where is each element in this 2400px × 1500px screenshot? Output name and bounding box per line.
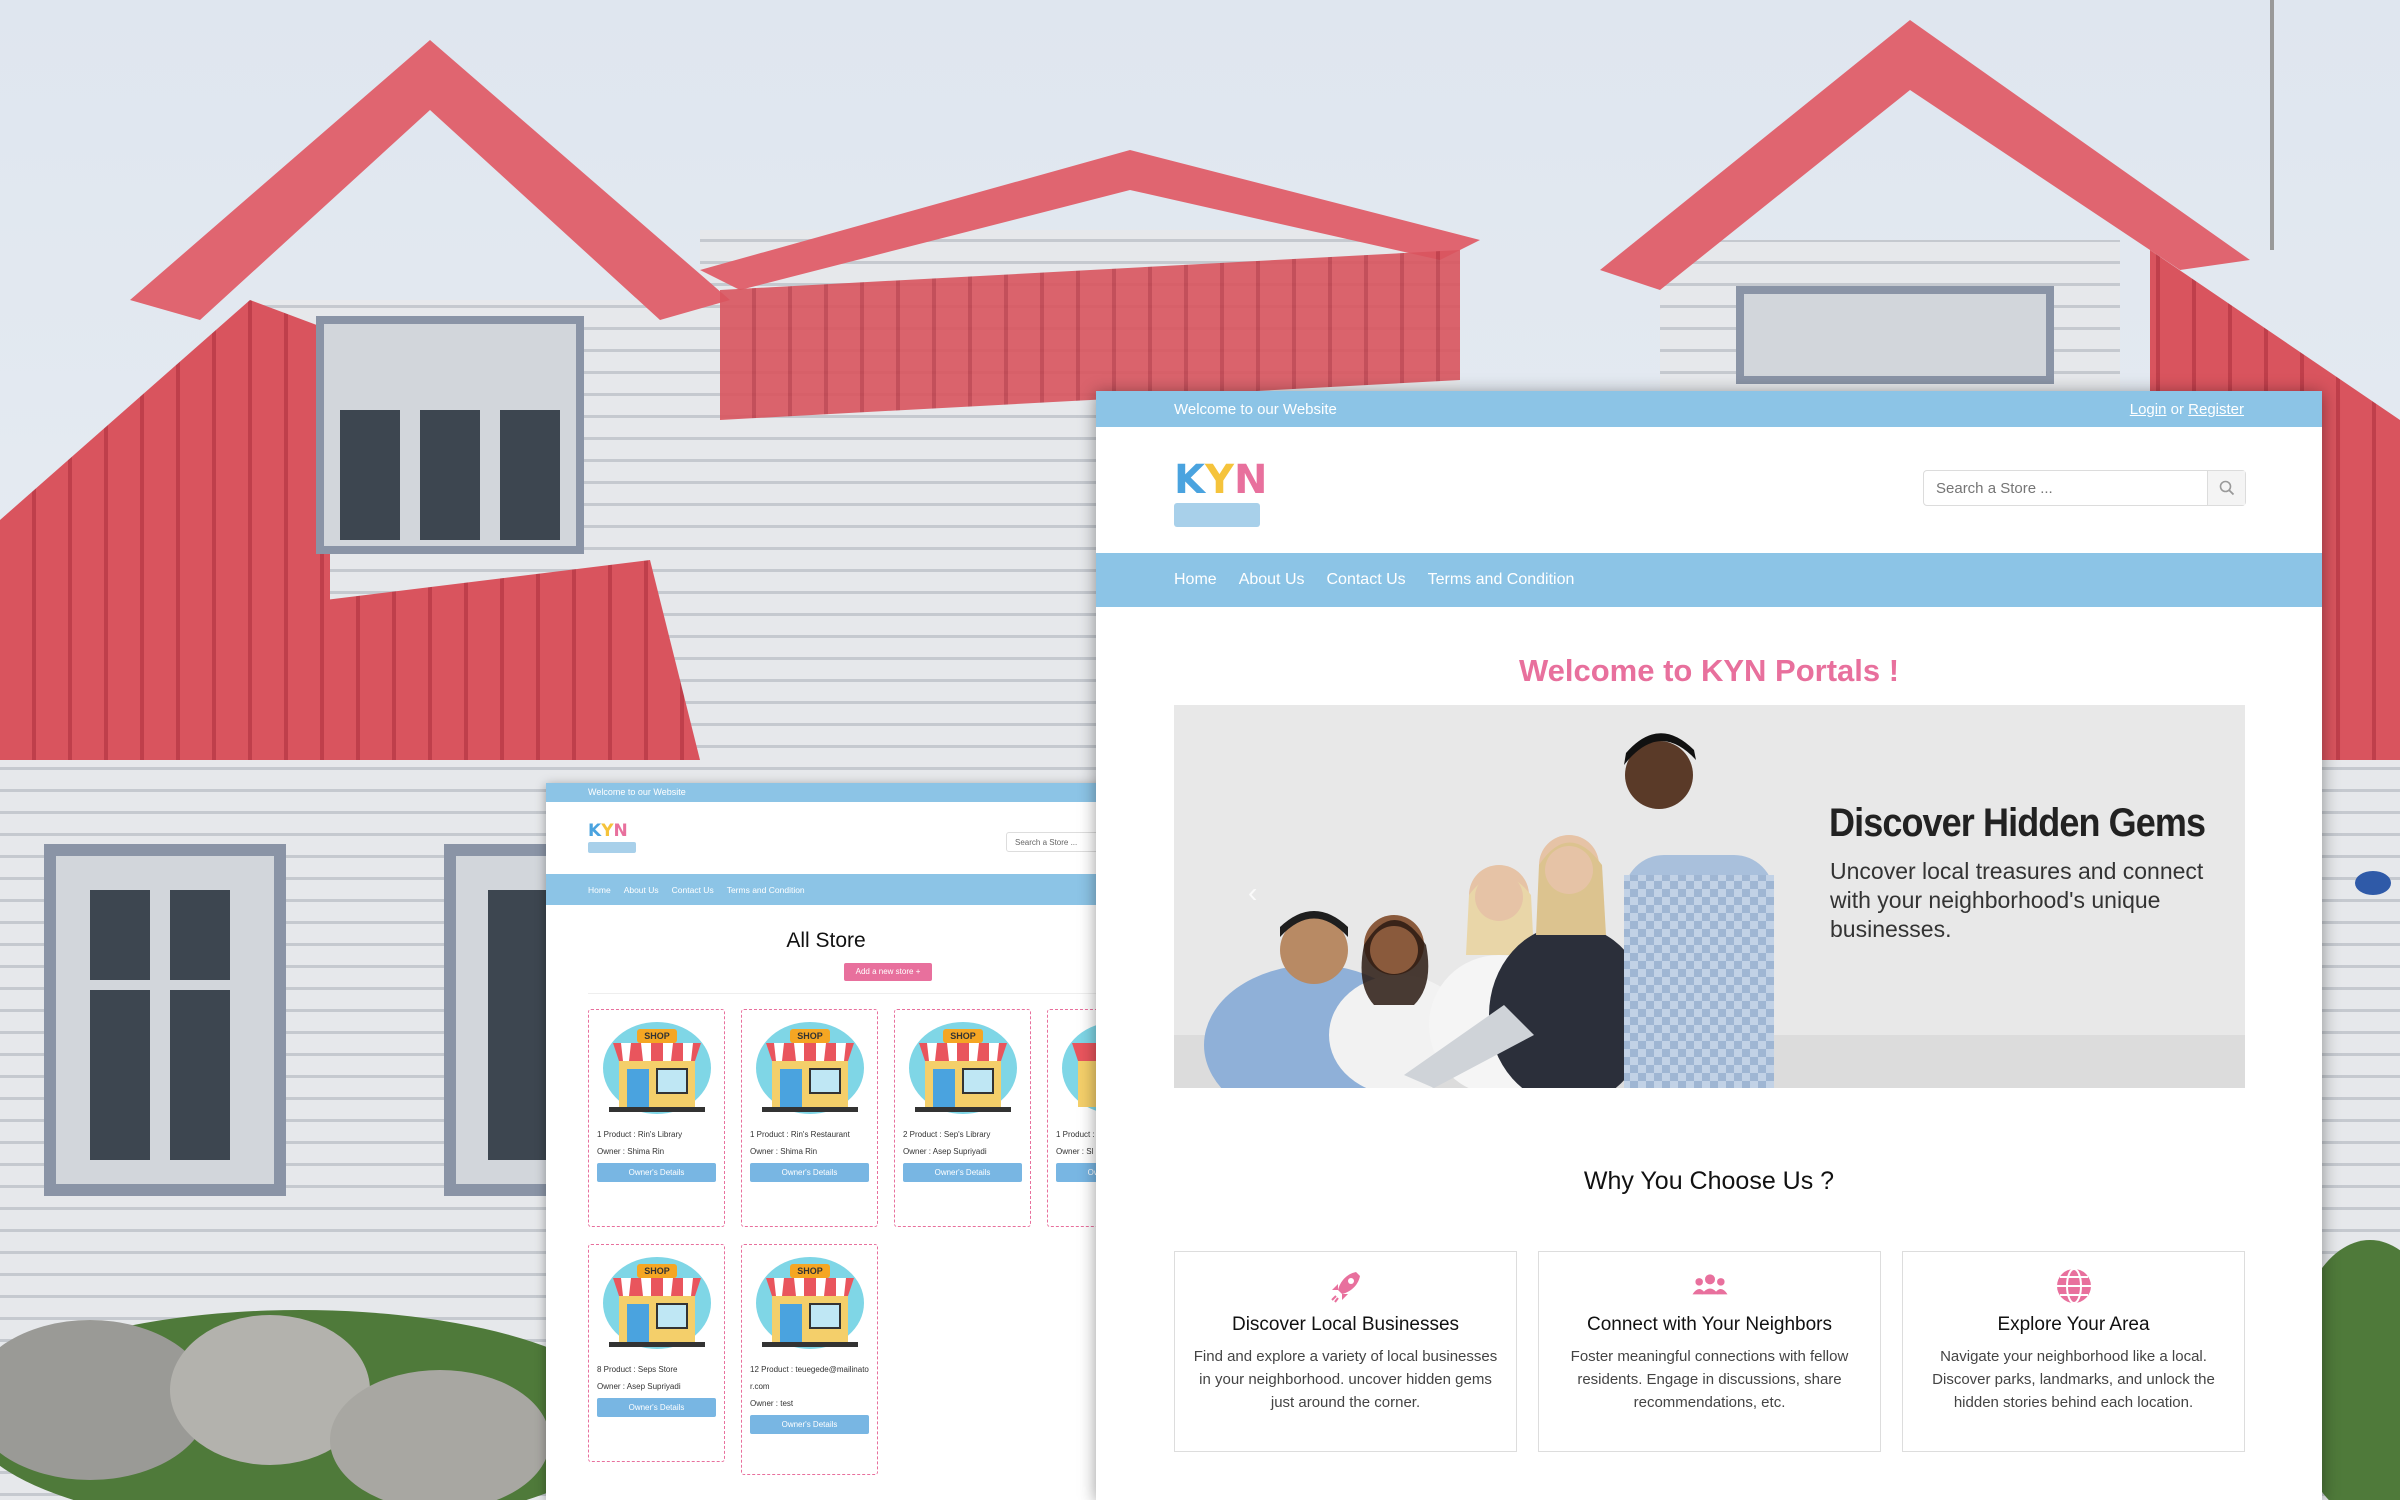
register-link[interactable]: Register xyxy=(2188,401,2244,418)
divider xyxy=(588,993,1106,994)
logo-letter-k: K xyxy=(588,821,602,841)
owner-details-button[interactable]: Owner's Details xyxy=(903,1163,1022,1182)
stores-nav-contact[interactable]: Contact Us xyxy=(672,885,714,905)
logo-tagline-badge xyxy=(1174,503,1260,527)
owner-details-button[interactable]: Owner's Details xyxy=(750,1415,869,1434)
stores-nav-about[interactable]: About Us xyxy=(624,885,659,905)
svg-text:SHOP: SHOP xyxy=(797,1031,823,1041)
logo-letter-n: N xyxy=(613,821,628,841)
store-card: SHOP 1 Product : Rin's Library Owner : S… xyxy=(588,1009,725,1227)
stores-search-input[interactable]: Search a Store ... xyxy=(1006,832,1106,852)
logo-letter-k: K xyxy=(1174,457,1205,503)
stores-nav: Home About Us Contact Us Terms and Condi… xyxy=(546,874,1106,905)
stores-topbar: Welcome to our Website xyxy=(546,783,1106,802)
stores-nav-home[interactable]: Home xyxy=(588,885,611,905)
main-nav: Home About Us Contact Us Terms and Condi… xyxy=(1096,553,2322,607)
add-store-button[interactable]: Add a new store + xyxy=(844,963,932,981)
svg-text:SHOP: SHOP xyxy=(797,1266,823,1276)
feature-text: Foster meaningful connections with fello… xyxy=(1570,1348,1849,1411)
store-owner: Owner : Asep Supriyadi xyxy=(597,1382,681,1391)
auth-separator: or xyxy=(2170,401,2184,418)
feature-card: Connect with Your Neighbors Foster meani… xyxy=(1538,1251,1881,1452)
logo-tagline-badge xyxy=(588,842,636,853)
home-page-window: Welcome to our Website Login or Register… xyxy=(1096,391,2322,1500)
shop-illustration-icon: SHOP xyxy=(742,1010,877,1126)
feature-card: Explore Your Area Navigate your neighbor… xyxy=(1902,1251,2245,1452)
owner-details-button[interactable]: Owner's Details xyxy=(750,1163,869,1182)
feature-card: Discover Local Businesses Find and explo… xyxy=(1174,1251,1517,1452)
nav-contact-us[interactable]: Contact Us xyxy=(1327,571,1406,607)
logo-letter-n: N xyxy=(1233,457,1268,503)
logo-letter-y: Y xyxy=(601,821,614,841)
feature-text: Find and explore a variety of local busi… xyxy=(1193,1348,1498,1411)
chevron-left-icon[interactable]: ‹ xyxy=(1248,877,1257,909)
nav-home[interactable]: Home xyxy=(1174,571,1217,607)
nav-about-us[interactable]: About Us xyxy=(1239,571,1305,607)
banner-title: Discover Hidden Gems xyxy=(1829,801,2206,845)
stores-page-title: All Store xyxy=(786,929,866,952)
search-input[interactable] xyxy=(1924,471,2207,505)
store-card: SHOP 2 Product : Sep's Library Owner : A… xyxy=(894,1009,1031,1227)
login-link[interactable]: Login xyxy=(2130,401,2167,418)
store-products: 1 Product : Rin's Library xyxy=(597,1130,683,1139)
search-icon xyxy=(2219,480,2234,496)
home-topbar: Welcome to our Website Login or Register xyxy=(1096,391,2322,427)
logo-letter-y: Y xyxy=(1205,457,1234,503)
users-icon xyxy=(1690,1266,1730,1306)
svg-text:SHOP: SHOP xyxy=(644,1031,670,1041)
topbar-welcome-text: Welcome to our Website xyxy=(1174,401,1337,418)
globe-icon xyxy=(2054,1266,2094,1306)
stores-header: KYN Search a Store ... xyxy=(546,802,1106,874)
stores-topbar-welcome: Welcome to our Website xyxy=(588,787,686,797)
add-store-label: Add a new store xyxy=(855,967,914,976)
auth-links: Login or Register xyxy=(2130,401,2244,418)
banner-text: Uncover local treasures and connect with… xyxy=(1830,858,2204,942)
svg-text:SHOP: SHOP xyxy=(644,1266,670,1276)
home-header: KYN xyxy=(1096,427,2322,553)
feature-text: Navigate your neighborhood like a local.… xyxy=(1932,1348,2215,1411)
shop-illustration-icon: SHOP xyxy=(589,1010,724,1126)
shop-illustration-icon: SHOP xyxy=(589,1245,724,1361)
stores-nav-terms[interactable]: Terms and Condition xyxy=(727,885,805,905)
store-owner: Owner : test xyxy=(750,1399,794,1408)
store-card: SHOP 8 Product : Seps Store Owner : Asep… xyxy=(588,1244,725,1462)
owner-details-button[interactable]: Owner's Details xyxy=(597,1398,716,1417)
why-choose-heading: Why You Choose Us ? xyxy=(1583,1167,1835,1195)
store-products: 12 Product : teuegede@mailinator.com xyxy=(750,1365,869,1391)
store-owner: Owner : Shima Rin xyxy=(750,1147,818,1156)
store-owner: Owner : Asep Supriyadi xyxy=(903,1147,987,1156)
store-products: 2 Product : Sep's Library xyxy=(903,1130,991,1139)
feature-title: Explore Your Area xyxy=(1997,1314,2150,1335)
shop-illustration-icon: SHOP xyxy=(742,1245,877,1361)
nav-terms[interactable]: Terms and Condition xyxy=(1428,571,1575,607)
store-search xyxy=(1923,470,2246,506)
site-logo[interactable]: KYN xyxy=(1174,459,1267,527)
feature-title: Discover Local Businesses xyxy=(1231,1314,1460,1335)
rocket-icon xyxy=(1326,1266,1366,1306)
store-products: 8 Product : Seps Store xyxy=(597,1365,678,1374)
stores-page-window: Welcome to our Website KYN Search a Stor… xyxy=(546,783,1106,1500)
shop-illustration-icon: SHOP xyxy=(895,1010,1030,1126)
store-products: 1 Product : Rin's Restaurant xyxy=(750,1130,850,1139)
welcome-heading: Welcome to KYN Portals ! xyxy=(1518,653,1900,688)
store-card: SHOP 12 Product : teuegede@mailinator.co… xyxy=(741,1244,878,1475)
store-owner: Owner : Shima Rin xyxy=(597,1147,665,1156)
store-card: SHOP 1 Product : Rin's Restaurant Owner … xyxy=(741,1009,878,1227)
stores-logo[interactable]: KYN xyxy=(588,822,636,853)
hero-carousel[interactable]: ‹ Discover Hidden Gems Uncover local tre… xyxy=(1174,705,2245,1088)
search-button[interactable] xyxy=(2207,471,2245,505)
owner-details-button[interactable]: Owner's Details xyxy=(597,1163,716,1182)
feature-title: Connect with Your Neighbors xyxy=(1586,1314,1833,1335)
svg-text:SHOP: SHOP xyxy=(950,1031,976,1041)
plus-icon: + xyxy=(915,967,921,976)
